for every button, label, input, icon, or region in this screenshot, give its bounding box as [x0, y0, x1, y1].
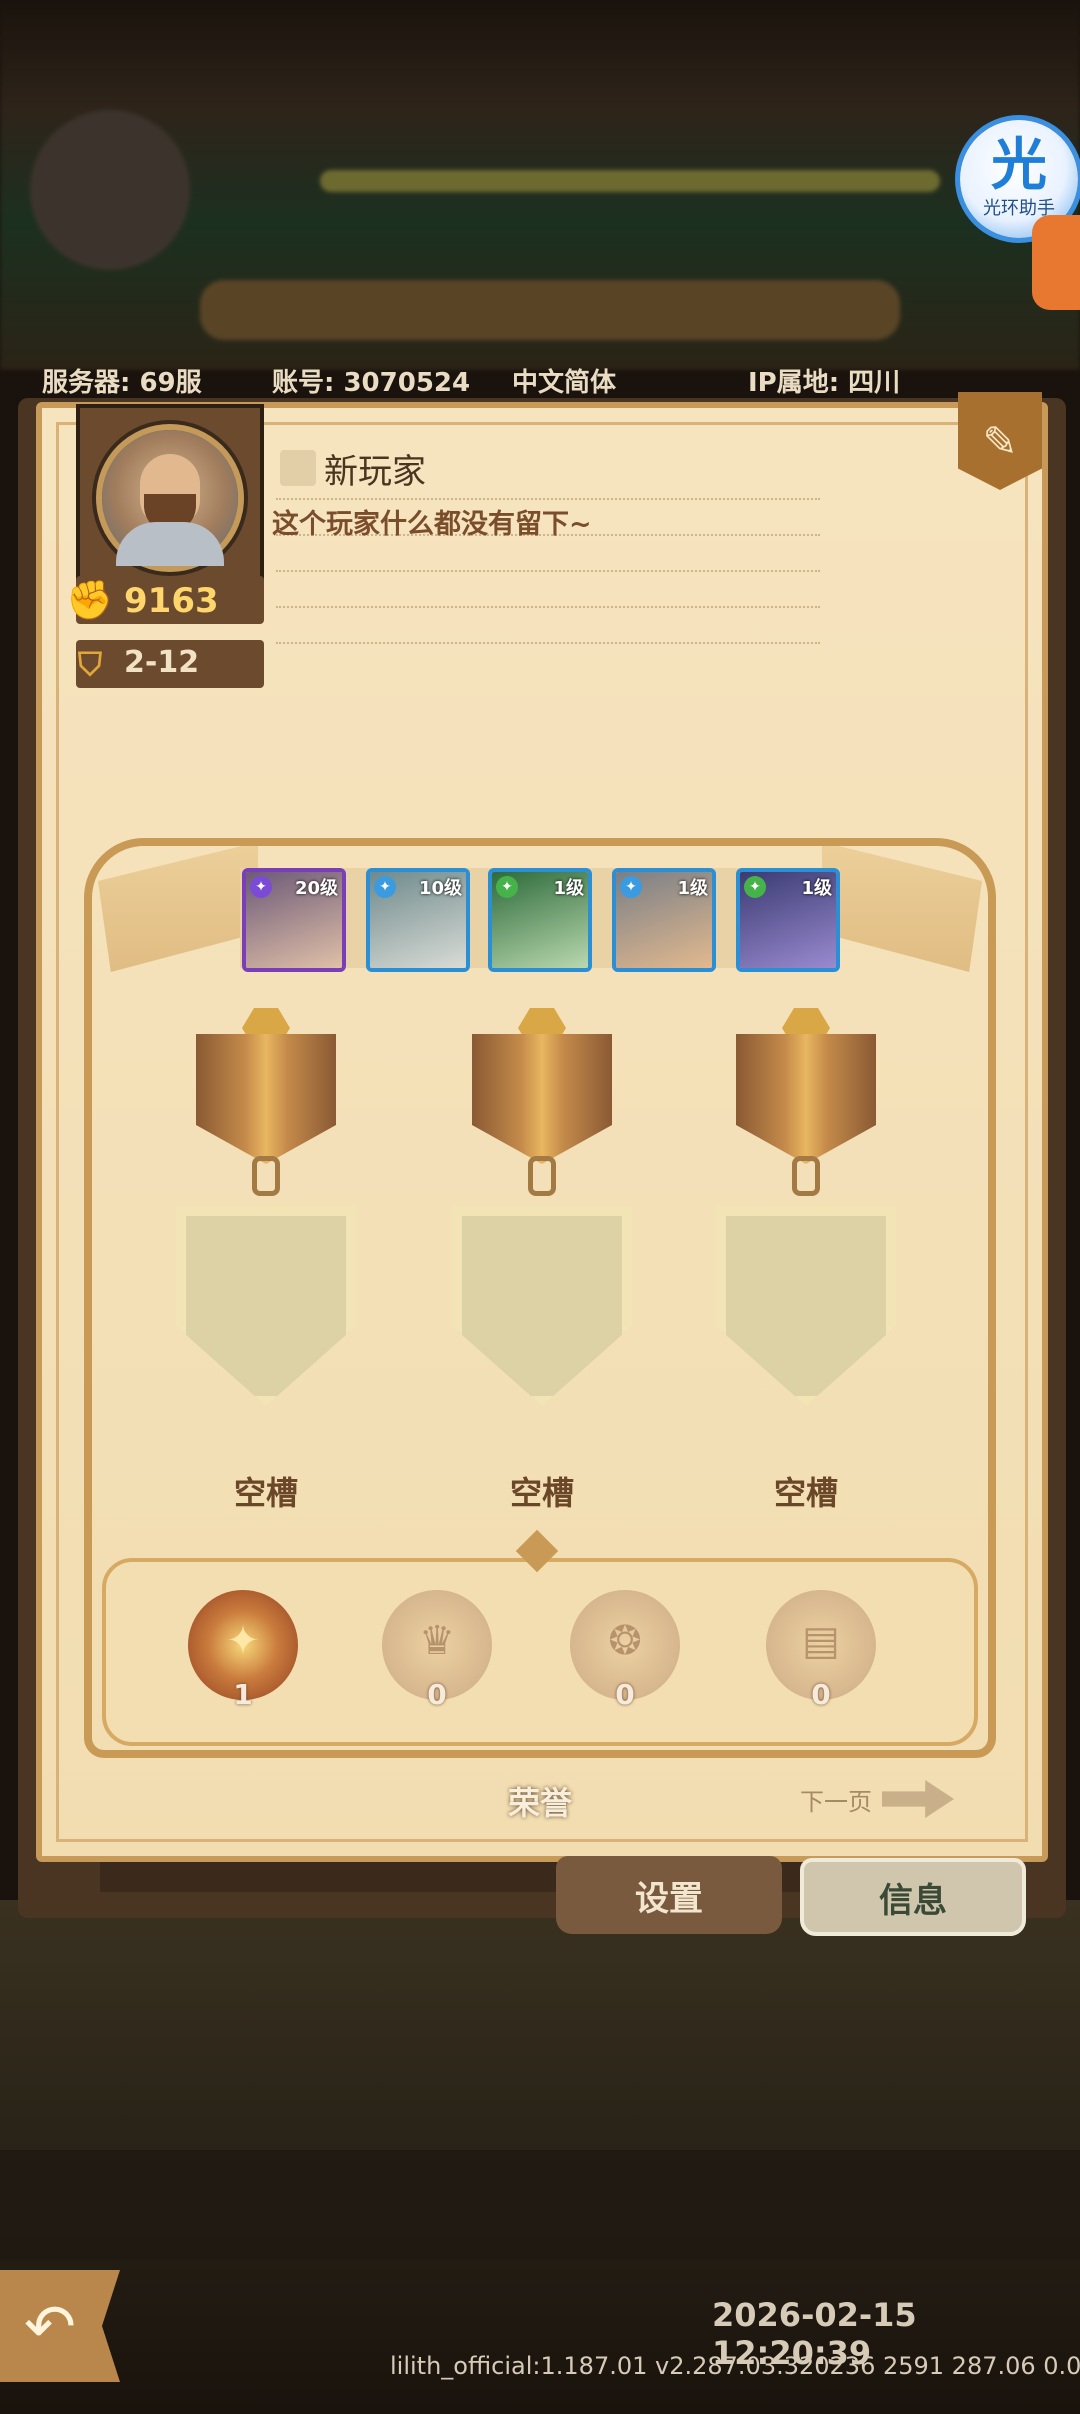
badge-count: 0: [615, 1678, 635, 1711]
slot-label: 空槽: [509, 1474, 574, 1512]
player-bio[interactable]: 这个玩家什么都没有留下~: [272, 502, 592, 541]
hero-portrait[interactable]: ✦ 1级: [736, 868, 840, 972]
hero-portrait[interactable]: ✦ 20级: [242, 868, 346, 972]
faction-icon: ✦: [250, 876, 272, 898]
tab-settings[interactable]: 设置: [556, 1856, 782, 1934]
language-label: 中文简体: [512, 368, 617, 398]
combat-power-value: 9163: [124, 581, 219, 621]
combat-power: ✊ 9163: [66, 576, 264, 624]
round-medal-icon: ❂: [608, 1618, 642, 1664]
helper-side-tab[interactable]: [1032, 215, 1080, 310]
hero-portrait[interactable]: ✦ 1级: [488, 868, 592, 972]
fist-icon: ✊: [66, 577, 114, 622]
slot-label: 空槽: [233, 1474, 298, 1512]
helper-logo-icon: 光: [991, 133, 1047, 198]
blurred-background-top: [0, 0, 1080, 370]
account-info-bar: 服务器: 69服 账号: 3070524 中文简体 IP属地: 四川: [0, 358, 1080, 402]
empty-shield-icon: [716, 1206, 896, 1406]
next-page-button[interactable]: 下一页: [800, 1782, 872, 1817]
player-name-text: 新玩家: [324, 451, 426, 492]
avatar-portrait: [102, 430, 238, 566]
hero-showcase: ✦ 20级 ✦ 10级 ✦ 1级 ✦ 1级 ✦ 1级 空槽 空槽 空槽 ✦ 1 ♛ 0 ❂ 0 ▤ 0: [84, 838, 996, 1758]
medal-slot[interactable]: [716, 1008, 896, 1416]
faction-icon: ✦: [744, 876, 766, 898]
hero-level: 10级: [418, 878, 462, 899]
faction-icon: ✦: [620, 876, 642, 898]
hero-portrait[interactable]: ✦ 1级: [612, 868, 716, 972]
badge-count: 0: [427, 1678, 447, 1711]
hero-portrait[interactable]: ✦ 10级: [366, 868, 470, 972]
stage-shield-icon: ⛉: [77, 644, 102, 683]
medal-slot[interactable]: [176, 1008, 356, 1416]
back-arrow-icon: ↶: [24, 2289, 76, 2363]
achievement-badge[interactable]: ▤ 0: [766, 1590, 876, 1711]
campaign-stage-value: 2-12: [124, 645, 200, 680]
empty-shield-icon: [452, 1206, 632, 1406]
achievement-badge[interactable]: ✦ 1: [188, 1590, 298, 1711]
ip-location-label: IP属地: 四川: [748, 368, 901, 398]
server-label: 服务器: 69服: [42, 368, 202, 398]
achievement-badge[interactable]: ♛ 0: [382, 1590, 492, 1711]
empty-shield-icon: [176, 1206, 356, 1406]
crown-icon: ♛: [419, 1618, 455, 1664]
hero-level: 1级: [553, 878, 584, 899]
medal-slot[interactable]: [452, 1008, 632, 1416]
account-label: 账号: 3070524: [272, 368, 471, 398]
hero-level: 1级: [677, 878, 708, 899]
tab-info[interactable]: 信息: [800, 1858, 1026, 1936]
faction-icon: ✦: [496, 876, 518, 898]
quill-book-icon: ✎: [982, 416, 1018, 466]
compass-star-icon: ✦: [226, 1618, 260, 1664]
door-icon: ▤: [802, 1618, 840, 1664]
faction-icon: ✦: [374, 876, 396, 898]
back-button[interactable]: ↶: [0, 2270, 120, 2382]
campaign-stage: ⛉ 2-12: [76, 640, 264, 688]
badge-count: 1: [233, 1678, 253, 1711]
hero-level: 1级: [801, 878, 832, 899]
player-name[interactable]: 新玩家: [280, 446, 426, 492]
player-avatar[interactable]: [76, 404, 264, 592]
hero-level: 20级: [294, 878, 338, 899]
name-title-slot[interactable]: [280, 450, 316, 486]
version-string: lilith_official:1.187.01 v2.287.03.32023…: [390, 2352, 1080, 2380]
slot-label: 空槽: [773, 1474, 838, 1512]
achievement-badge[interactable]: ❂ 0: [570, 1590, 680, 1711]
badge-count: 0: [811, 1678, 831, 1711]
